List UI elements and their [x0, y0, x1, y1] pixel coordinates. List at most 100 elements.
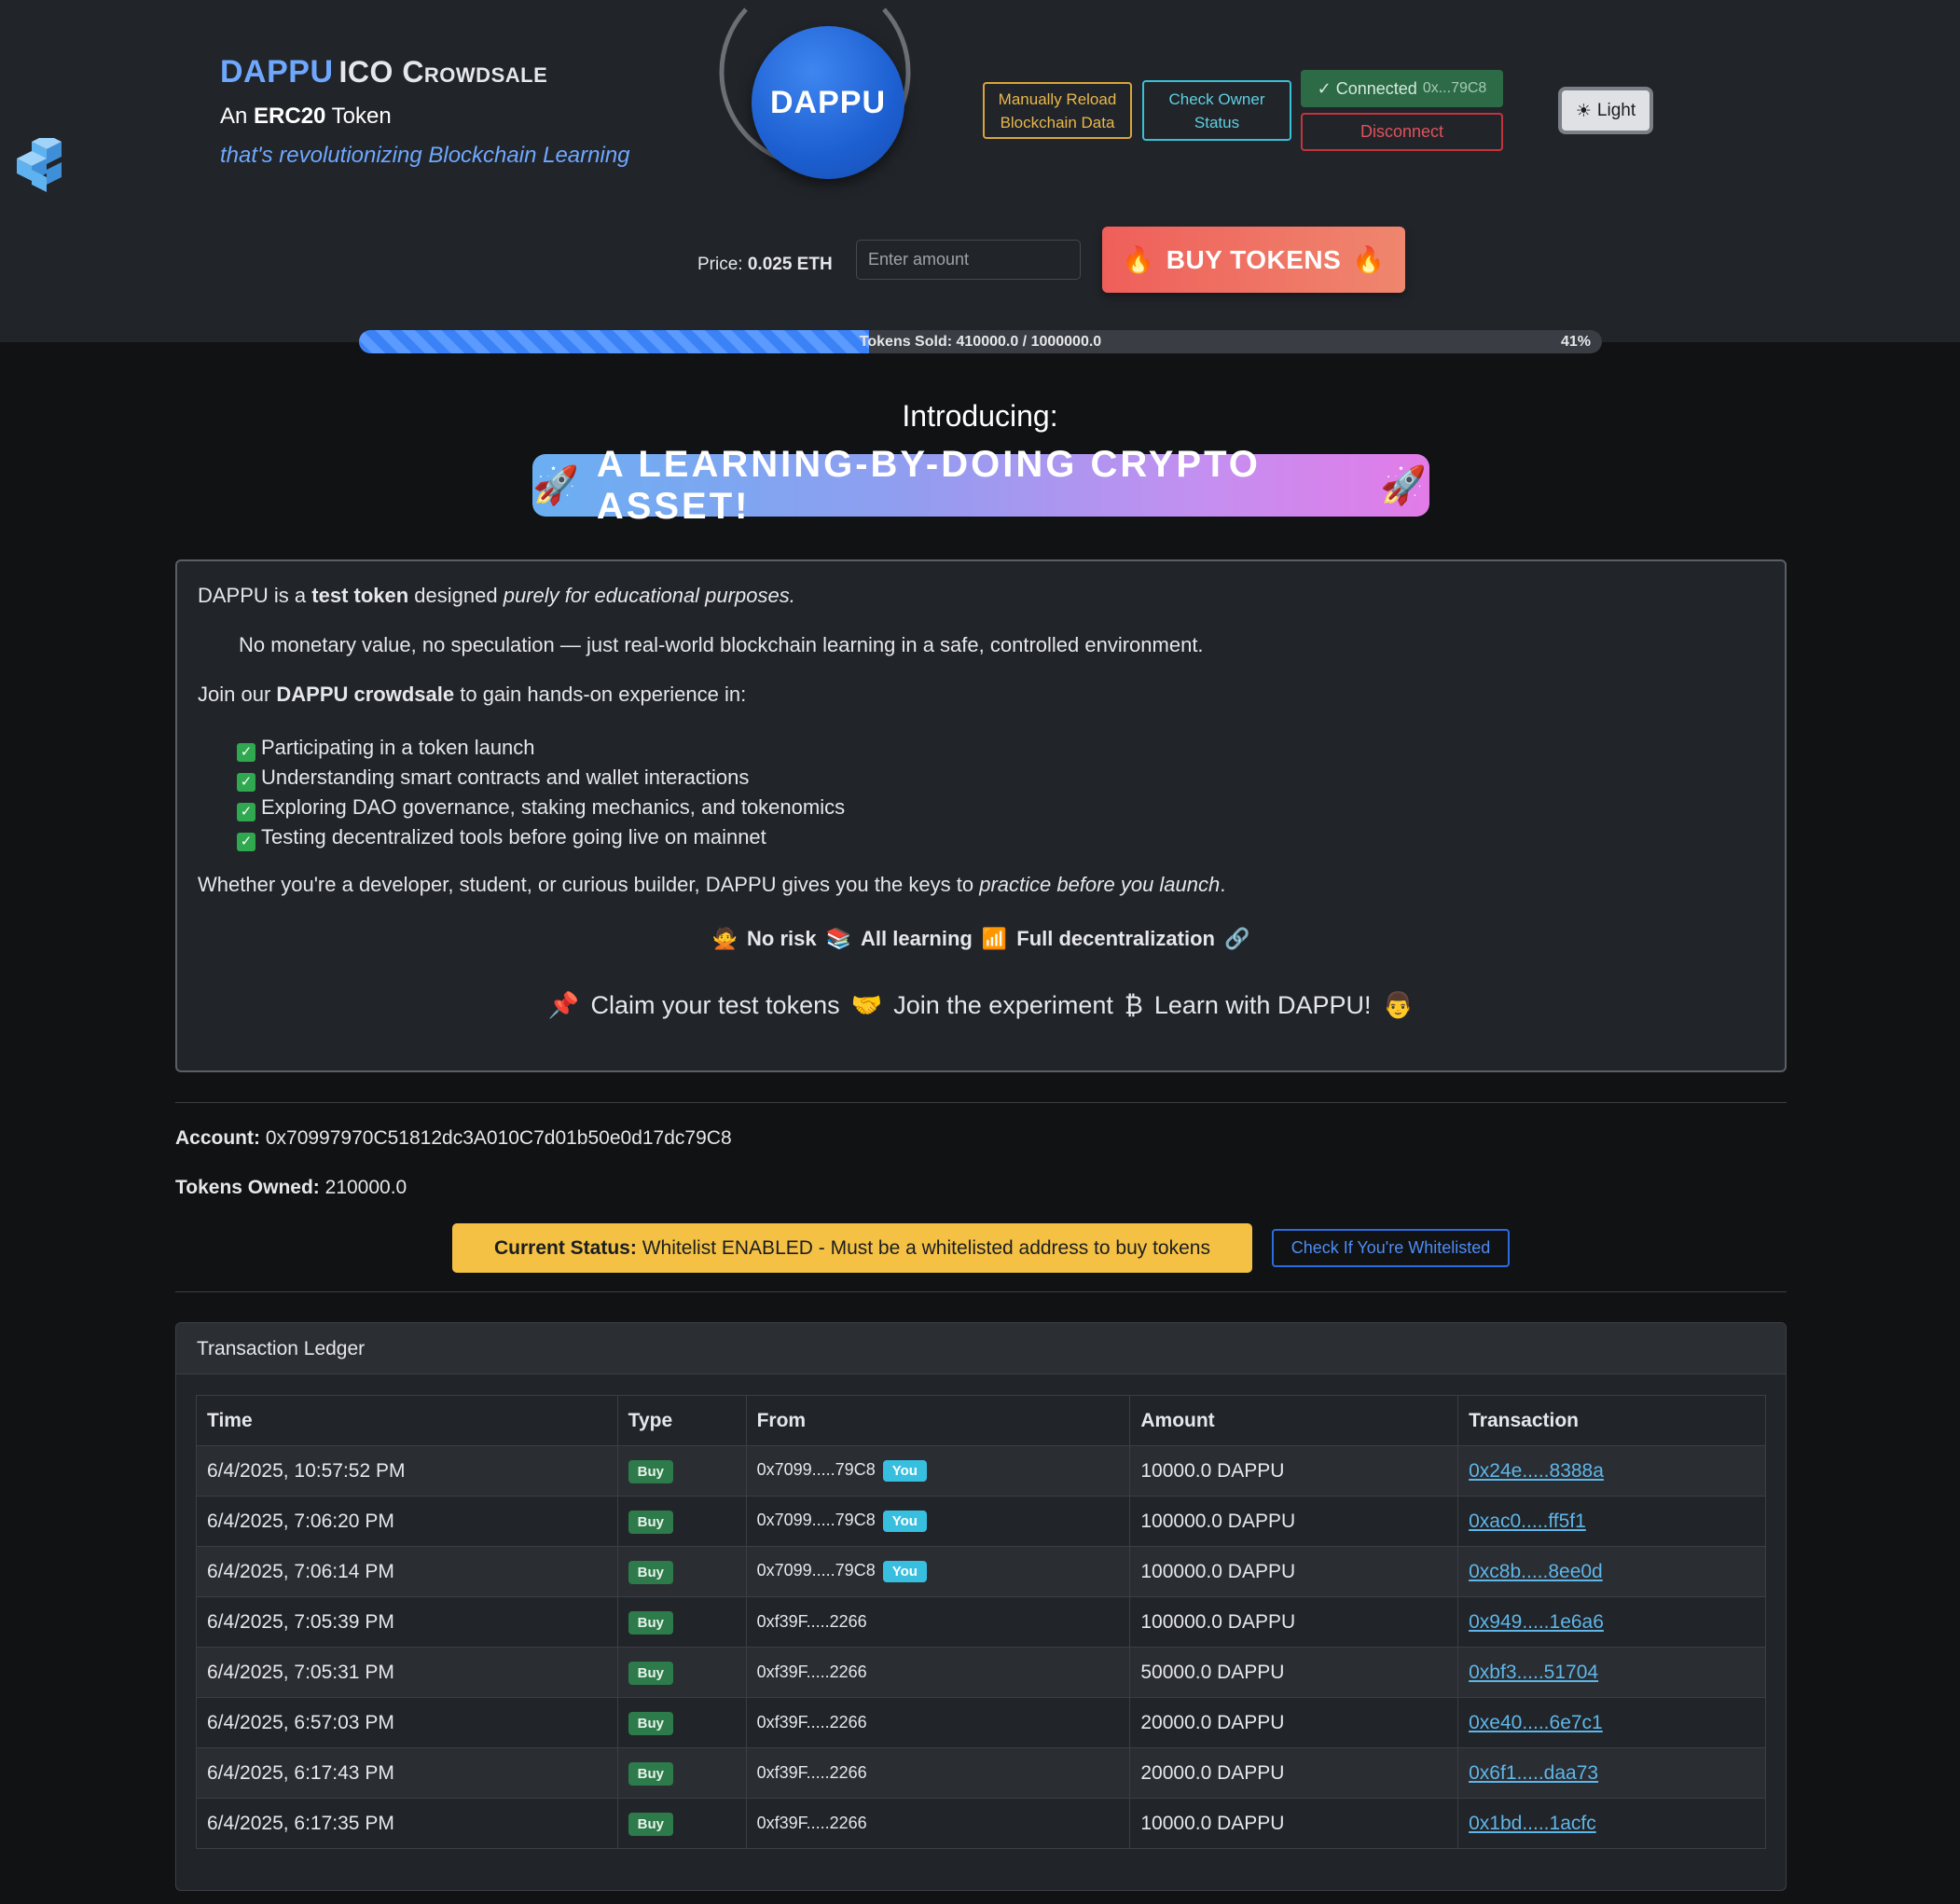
column-header-time: Time [196, 1395, 618, 1446]
cube-logo-icon [17, 138, 62, 192]
transaction-link[interactable]: 0x24e.....8388a [1469, 1460, 1604, 1482]
cell-from: 0xf39F.....2266 [745, 1798, 1131, 1849]
cell-time: 6/4/2025, 7:06:14 PM [196, 1546, 618, 1597]
checkmark-icon: ✓ [237, 803, 255, 821]
transaction-link[interactable]: 0x949.....1e6a6 [1469, 1611, 1604, 1633]
cell-amount: 20000.0 DAPPU [1129, 1697, 1459, 1748]
theme-toggle-button[interactable]: ☀ Light [1558, 87, 1653, 134]
table-row: 6/4/2025, 6:17:35 PM Buy 0xf39F.....2266 10… [196, 1798, 1766, 1849]
cell-time: 6/4/2025, 7:05:39 PM [196, 1596, 618, 1648]
disconnect-button[interactable]: Disconnect [1301, 113, 1503, 151]
fire-icon: 🔥 [1352, 244, 1386, 275]
cell-transaction: 0xbf3.....51704 [1457, 1647, 1766, 1698]
owner-label-line2: Status [1194, 113, 1240, 131]
list-item-label: Understanding smart contracts and wallet… [261, 766, 750, 789]
about-p4-a: Whether you're a developer, student, or … [198, 873, 980, 896]
cell-from: 0x7099.....79C8 You [745, 1496, 1131, 1547]
column-header-transaction: Transaction [1457, 1395, 1766, 1446]
link-icon: 🔗 [1223, 927, 1250, 951]
connected-label: ✓ Connected [1317, 78, 1417, 98]
cta-learn: Learn with DAPPU! [1153, 990, 1372, 1019]
tokens-owned: Tokens Owned: 210000.0 [175, 1177, 407, 1199]
about-p1-b: test token [311, 584, 409, 607]
cta-row: 📌 Claim your test tokens 🤝 Join the expe… [177, 990, 1785, 1021]
sun-icon: ☀ [1575, 100, 1592, 121]
cell-from: 0x7099.....79C8 You [745, 1546, 1131, 1597]
brand-title: DAPPU ICO Crowdsale [220, 54, 630, 90]
reload-label-line2: Blockchain Data [1000, 113, 1115, 131]
you-badge: You [882, 1511, 927, 1532]
buy-tokens-button[interactable]: 🔥 BUY TOKENS 🔥 [1102, 227, 1405, 293]
progress-percent: 41% [1560, 334, 1591, 350]
divider [175, 1102, 1787, 1103]
wifi-icon: 📶 [981, 927, 1008, 951]
about-p4-b: practice before you launch [979, 873, 1221, 896]
transaction-link[interactable]: 0xbf3.....51704 [1469, 1662, 1598, 1683]
header: DAPPU ICO Crowdsale An ERC20 Token that's… [0, 0, 1960, 342]
transaction-link[interactable]: 0xac0.....ff5f1 [1469, 1511, 1586, 1532]
about-checklist: ✓ Participating in a token launch ✓ Unders… [237, 733, 845, 852]
price-label: Price: [697, 255, 743, 274]
list-item: ✓ Exploring DAO governance, staking mecha… [237, 793, 845, 822]
check-owner-button[interactable]: Check Owner Status [1142, 80, 1291, 141]
about-card: DAPPU is a test token designed purely fo… [175, 559, 1787, 1072]
from-address: 0xf39F.....2266 [756, 1663, 867, 1681]
technologist-icon: 👨 [1382, 991, 1415, 1020]
owner-label: Check Owner Status [1169, 88, 1265, 134]
table-row: 6/4/2025, 7:05:39 PM Buy 0xf39F.....2266 10… [196, 1596, 1766, 1648]
transaction-link[interactable]: 0x1bd.....1acfc [1469, 1813, 1596, 1834]
table-row: 6/4/2025, 7:06:14 PM Buy 0x7099.....79C8 Yo… [196, 1546, 1766, 1597]
cell-transaction: 0xe40.....6e7c1 [1457, 1697, 1766, 1748]
table-row: 6/4/2025, 6:57:03 PM Buy 0xf39F.....2266 20… [196, 1697, 1766, 1748]
subtitle-bold: ERC20 [254, 103, 326, 129]
table-row: 6/4/2025, 10:57:52 PM Buy 0x7099.....79C8 Y… [196, 1445, 1766, 1497]
buy-badge: Buy [628, 1761, 674, 1786]
about-p3-a: Join our [198, 683, 277, 706]
cell-from: 0xf39F.....2266 [745, 1747, 1131, 1799]
buy-badge: Buy [628, 1711, 674, 1735]
buy-badge: Buy [628, 1661, 674, 1685]
list-item: ✓ Understanding smart contracts and walle… [237, 763, 845, 793]
cell-transaction: 0x949.....1e6a6 [1457, 1596, 1766, 1648]
list-item: ✓ Testing decentralized tools before goin… [237, 822, 845, 852]
cell-from: 0xf39F.....2266 [745, 1647, 1131, 1698]
account-info: Account: 0x70997970C51812dc3A010C7d01b50… [175, 1127, 732, 1150]
rocket-icon: 🚀 [1380, 464, 1429, 507]
cell-type: Buy [616, 1496, 747, 1547]
brand-name: DAPPU [220, 54, 334, 90]
check-whitelist-button[interactable]: Check If You're Whitelisted [1272, 1229, 1510, 1267]
buy-label: BUY TOKENS [1166, 244, 1342, 274]
cell-type: Buy [616, 1445, 747, 1497]
owned-value: 210000.0 [324, 1177, 407, 1198]
cell-time: 6/4/2025, 7:06:20 PM [196, 1496, 618, 1547]
cell-from: 0x7099.....79C8 You [745, 1445, 1131, 1497]
transaction-link[interactable]: 0xe40.....6e7c1 [1469, 1712, 1603, 1733]
books-icon: 📚 [825, 927, 852, 951]
cell-time: 6/4/2025, 7:05:31 PM [196, 1647, 618, 1698]
perks-row: 🙅 No risk 📚 All learning 📶 Full decentra… [177, 927, 1785, 951]
from-address: 0xf39F.....2266 [756, 1713, 867, 1732]
person-gesturing-no-icon: 🙅 [711, 927, 738, 951]
perk-no-risk: No risk [747, 927, 817, 950]
cell-amount: 100000.0 DAPPU [1129, 1596, 1459, 1648]
transaction-link[interactable]: 0xc8b.....8ee0d [1469, 1561, 1603, 1582]
amount-input[interactable] [856, 240, 1081, 280]
perk-all-learning: All learning [861, 927, 973, 950]
cell-transaction: 0x24e.....8388a [1457, 1445, 1766, 1497]
from-address: 0xf39F.....2266 [756, 1612, 867, 1631]
from-address: 0x7099.....79C8 [756, 1561, 876, 1580]
connected-status-button[interactable]: ✓ Connected 0x...79C8 [1301, 70, 1503, 107]
subtitle-post: Token [325, 103, 392, 129]
intro-banner: 🚀 A LEARNING-BY-DOING CRYPTO ASSET! 🚀 [532, 444, 1429, 527]
column-header-amount: Amount [1129, 1395, 1459, 1446]
reload-data-button[interactable]: Manually Reload Blockchain Data [983, 82, 1132, 139]
cell-amount: 20000.0 DAPPU [1129, 1747, 1459, 1799]
banner-text: A LEARNING-BY-DOING CRYPTO ASSET! [596, 443, 1261, 527]
price-value: 0.025 ETH [747, 255, 833, 274]
status-label: Current Status: [494, 1236, 637, 1259]
brand-block: DAPPU ICO Crowdsale An ERC20 Token that's… [220, 54, 630, 169]
progress-label: Tokens Sold: 410000.0 / 1000000.0 [859, 334, 1102, 350]
transaction-link[interactable]: 0x6f1.....daa73 [1469, 1762, 1598, 1784]
theme-label: Light [1596, 100, 1636, 120]
cell-amount: 50000.0 DAPPU [1129, 1647, 1459, 1698]
